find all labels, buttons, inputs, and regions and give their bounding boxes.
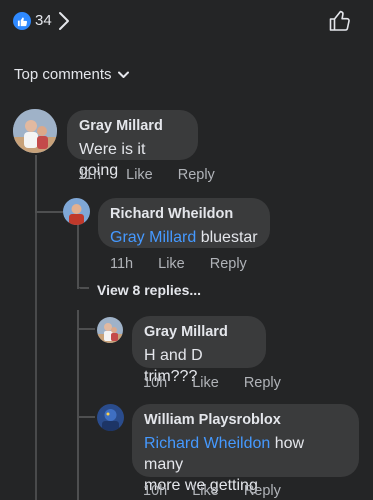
like-link[interactable]: Like bbox=[126, 167, 153, 183]
thread-line bbox=[77, 416, 95, 418]
mention-link[interactable]: Gray Millard bbox=[110, 229, 196, 246]
mention-link[interactable]: Richard Wheildon bbox=[144, 435, 270, 452]
thread-line bbox=[77, 310, 79, 500]
thread-line bbox=[35, 213, 37, 500]
reply-actions: 10h Like Reply bbox=[143, 483, 306, 499]
reaction-count[interactable]: 34 bbox=[35, 12, 52, 30]
thread-line bbox=[35, 211, 63, 213]
reply-bubble[interactable]: Richard Wheildon Gray Millard bluestar bbox=[98, 198, 270, 248]
avatar[interactable] bbox=[63, 198, 90, 225]
reply-author[interactable]: Richard Wheildon bbox=[110, 205, 258, 224]
view-more-replies-link[interactable]: View 8 replies... bbox=[97, 282, 201, 298]
like-link[interactable]: Like bbox=[192, 483, 219, 499]
comment-time: 11h bbox=[78, 167, 102, 183]
reply-author[interactable]: Gray Millard bbox=[144, 323, 254, 342]
reply-bubble[interactable]: William Playsroblox Richard Wheildon how… bbox=[132, 404, 359, 494]
reply-actions: 11h Like Reply bbox=[110, 256, 272, 272]
reply-time: 10h bbox=[143, 375, 168, 391]
avatar[interactable] bbox=[97, 317, 123, 343]
reply-link[interactable]: Reply bbox=[244, 375, 281, 391]
reply-text: bluestar bbox=[200, 229, 258, 246]
reply-time: 10h bbox=[143, 483, 168, 499]
thread-line bbox=[79, 287, 89, 289]
thread-line bbox=[35, 155, 37, 213]
like-reaction-icon[interactable] bbox=[13, 12, 31, 30]
thread-line bbox=[77, 225, 79, 289]
reply-link[interactable]: Reply bbox=[178, 167, 215, 183]
reply-link[interactable]: Reply bbox=[210, 256, 247, 272]
chevron-down-icon bbox=[117, 71, 129, 78]
reply-bubble[interactable]: Gray Millard H and D trim??? bbox=[132, 316, 266, 385]
reply-author[interactable]: William Playsroblox bbox=[144, 411, 347, 430]
avatar[interactable] bbox=[13, 109, 57, 153]
avatar[interactable] bbox=[97, 404, 124, 431]
sort-comments-dropdown[interactable]: Top comments bbox=[14, 66, 129, 83]
reply-time: 11h bbox=[110, 256, 134, 272]
comment-author[interactable]: Gray Millard bbox=[79, 117, 186, 136]
comment-bubble[interactable]: Gray Millard Were is it going bbox=[67, 110, 198, 179]
reply-actions: 10h Like Reply bbox=[143, 375, 306, 391]
sort-label: Top comments bbox=[14, 66, 112, 83]
like-link[interactable]: Like bbox=[192, 375, 219, 391]
comment-actions: 11h Like Reply bbox=[78, 167, 240, 183]
chevron-right-icon[interactable] bbox=[58, 11, 70, 36]
thread-line bbox=[77, 328, 95, 330]
like-button-icon[interactable] bbox=[328, 9, 352, 38]
like-link[interactable]: Like bbox=[158, 256, 185, 272]
reply-link[interactable]: Reply bbox=[244, 483, 281, 499]
